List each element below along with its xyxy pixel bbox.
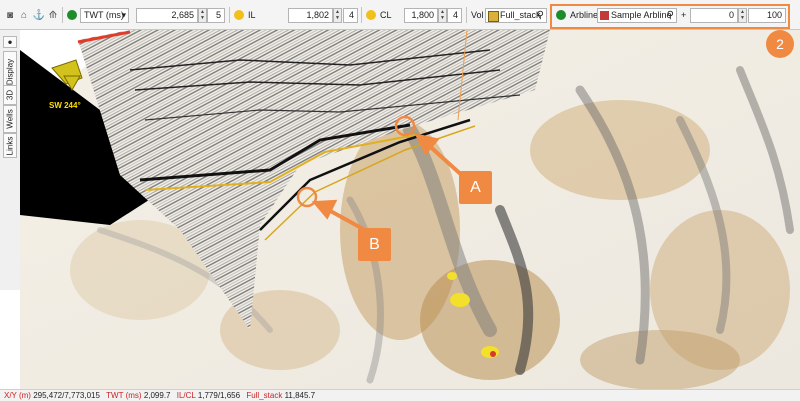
time-slice-spinner[interactable]: ▲ ▼ [198,8,207,23]
status-ilcl-value: 1,779/1,656 [197,391,241,400]
inline-visibility-dot[interactable] [234,10,244,20]
toolbar-separator [62,7,63,23]
side-tab-strip: ● Display 3D Wells Links [0,30,21,290]
viewer-toolbar: ◙ ⌂ ⚓ ⟰ TWT (ms) ▾ 2,685 ▲ ▼ 5 IL 1,802 ▲… [0,0,800,30]
volume-select-label: Full_stack [500,10,541,20]
chevron-down-icon: ▾ [121,10,126,20]
arbline-width-input[interactable]: 100 [748,8,786,23]
arbline-select-label: Sample Arbline [611,10,672,20]
crossline-input[interactable]: 1,800 [404,8,438,23]
volume-icon [488,11,499,22]
inline-step-input[interactable]: 4 [343,8,358,23]
callout-a: A [459,171,492,204]
arbline-select[interactable]: Sample Arbline ⚲ [597,8,677,23]
toolbar-separator [361,7,362,23]
status-ilcl-label: IL/CL [176,391,196,400]
highlight-badge: 2 [766,30,794,58]
status-twt-label: TWT (ms) [106,391,142,400]
pin-icon[interactable]: ● [3,36,17,48]
arbline-plus-label: + [681,10,687,20]
status-bar: X/Y (m) 295,472/7,773,015 TWT (ms) 2,099… [0,389,800,401]
callout-b: B [358,228,391,261]
tab-wells[interactable]: Wells [3,105,17,133]
seismic-scene-graphic [20,30,800,389]
crossline-spinner[interactable]: ▲ ▼ [438,8,447,23]
arbline-visibility-dot[interactable] [556,10,566,20]
search-icon: ⚲ [536,10,544,21]
home-icon[interactable]: ⌂ [18,9,30,21]
time-slice-input[interactable]: 2,685 [136,8,198,23]
tab-links-label: Links [5,136,15,155]
arbline-offset-input[interactable]: 0 [690,8,738,23]
toolbar-separator [229,7,230,23]
time-step-input[interactable]: 5 [207,8,225,23]
tab-3d[interactable]: 3D [3,85,17,105]
search-icon: ⚲ [666,10,674,21]
status-volume-label: Full_stack [246,391,283,400]
domain-select[interactable]: TWT (ms) ▾ [80,8,129,23]
domain-visibility-dot[interactable] [67,10,77,20]
crossline-visibility-dot[interactable] [366,10,376,20]
tab-display-label: Display [5,58,15,86]
seismic-3d-viewport[interactable] [20,30,800,389]
inline-label: IL [248,10,256,20]
camera-icon[interactable]: ◙ [4,9,16,21]
inline-input[interactable]: 1,802 [288,8,333,23]
status-xy-label: X/Y (m) [4,391,31,400]
arbline-label: Arbline [570,10,599,20]
volume-label: Vol [471,10,484,20]
crossline-step-input[interactable]: 4 [447,8,462,23]
domain-select-label: TWT (ms) [84,10,124,20]
rig-icon[interactable]: ⟰ [47,9,59,21]
status-xy-value: 295,472/7,773,015 [33,391,100,400]
volume-select[interactable]: Full_stack ⚲ [485,8,547,23]
tab-wells-label: Wells [5,109,15,129]
status-twt-value: 2,099.7 [143,391,171,400]
arbline-offset-spinner[interactable]: ▲ ▼ [738,8,747,23]
toolbar-separator [466,7,467,23]
azimuth-label: SW 244° [49,101,81,110]
arbline-icon [600,11,609,20]
crossline-label: CL [380,10,392,20]
status-volume-value: 11,845.7 [284,391,316,400]
tab-3d-label: 3D [5,89,15,101]
inline-spinner[interactable]: ▲ ▼ [333,8,342,23]
anchor-icon[interactable]: ⚓ [33,9,45,21]
tab-links[interactable]: Links [3,133,17,158]
